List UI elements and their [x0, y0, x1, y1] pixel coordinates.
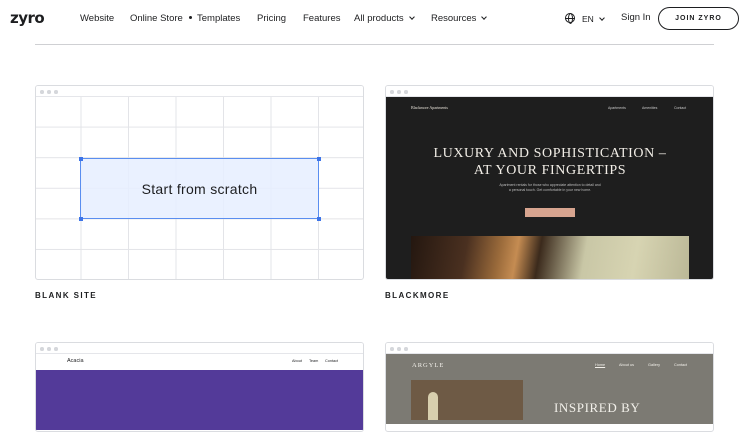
browser-chrome [36, 343, 363, 354]
top-navigation: zyro Website Online Store Templates Pric… [0, 0, 750, 37]
window-dot-icon [47, 90, 51, 94]
window-dot-icon [397, 347, 401, 351]
template-card-blank[interactable]: Start from scratch [35, 85, 364, 280]
browser-chrome [36, 86, 363, 97]
preview-link: About us [619, 363, 634, 367]
nav-online-store[interactable]: Online Store [130, 13, 183, 24]
resize-handle[interactable] [78, 216, 83, 221]
window-dot-icon [40, 90, 44, 94]
preview-link: Team [309, 359, 319, 363]
preview-logo: Acacia [67, 358, 84, 364]
template-title-blackmore[interactable]: BLACKMORE [385, 291, 450, 300]
resize-handle[interactable] [78, 156, 83, 161]
window-dot-icon [390, 347, 394, 351]
preview-vase [428, 392, 438, 420]
chevron-down-icon [481, 14, 488, 20]
template-card-argyle[interactable]: ARGYLE Home About us Gallery Contact INS… [385, 342, 714, 432]
template-title-blank[interactable]: BLANK SITE [35, 291, 97, 300]
scratch-selection-box[interactable]: Start from scratch [78, 156, 321, 221]
template-card-acacia[interactable]: Acacia About Team Contact [35, 342, 364, 432]
join-button[interactable]: JOIN ZYRO [658, 7, 739, 30]
resize-handle[interactable] [316, 156, 321, 161]
nav-website[interactable]: Website [80, 13, 114, 24]
window-dot-icon [47, 347, 51, 351]
preview-logo: Blackmore Apartments [411, 105, 448, 110]
preview-photo [411, 236, 689, 279]
preview-link: Home [595, 363, 606, 367]
preview-link: Apartments [608, 106, 626, 110]
nav-resources-label: Resources [431, 13, 477, 24]
preview-headline: INSPIRED BY [554, 400, 641, 415]
resize-handle[interactable] [316, 216, 321, 221]
nav-resources[interactable]: Resources [431, 13, 488, 24]
nav-templates[interactable]: Templates [197, 13, 240, 24]
zyro-logo[interactable]: zyro [10, 9, 45, 27]
window-dot-icon [397, 90, 401, 94]
preview-link: Contact [674, 106, 687, 110]
language-label: EN [582, 14, 594, 24]
preview-link: Contact [325, 359, 339, 363]
preview-link: Gallery [648, 363, 661, 367]
window-dot-icon [54, 90, 58, 94]
window-dot-icon [404, 347, 408, 351]
sign-in-link[interactable]: Sign In [621, 12, 651, 23]
blackmore-preview: Blackmore Apartments Apartments Amenitie… [386, 97, 713, 279]
browser-chrome [386, 86, 713, 97]
window-dot-icon [54, 347, 58, 351]
preview-link: Contact [674, 363, 688, 367]
nav-all-products-label: All products [354, 13, 404, 24]
window-dot-icon [404, 90, 408, 94]
nav-all-products[interactable]: All products [354, 13, 415, 24]
template-card-blackmore[interactable]: Blackmore Apartments Apartments Amenitie… [385, 85, 714, 280]
preview-link: Amenities [642, 106, 658, 110]
window-dot-icon [40, 347, 44, 351]
chevron-down-icon [408, 14, 415, 20]
nav-features[interactable]: Features [303, 13, 341, 24]
active-dot-icon [189, 16, 192, 19]
globe-icon[interactable] [565, 13, 575, 24]
preview-body: Apartment rentals for those who apprecia… [499, 183, 601, 192]
browser-chrome [386, 343, 713, 354]
preview-link: About [292, 359, 302, 363]
start-from-scratch-text: Start from scratch [141, 181, 258, 197]
preview-headline-line: LUXURY AND SOPHISTICATION – [433, 146, 667, 161]
chevron-down-icon [598, 15, 605, 21]
preview-button [525, 208, 575, 217]
nav-pricing[interactable]: Pricing [257, 13, 286, 24]
language-selector[interactable]: EN [582, 14, 605, 24]
acacia-hero [36, 370, 363, 430]
preview-logo: ARGYLE [412, 362, 445, 369]
preview-headline: LUXURY AND SOPHISTICATION – AT YOUR FING… [386, 145, 713, 179]
window-dot-icon [390, 90, 394, 94]
divider [35, 44, 714, 45]
preview-headline-line: AT YOUR FINGERTIPS [473, 163, 627, 178]
